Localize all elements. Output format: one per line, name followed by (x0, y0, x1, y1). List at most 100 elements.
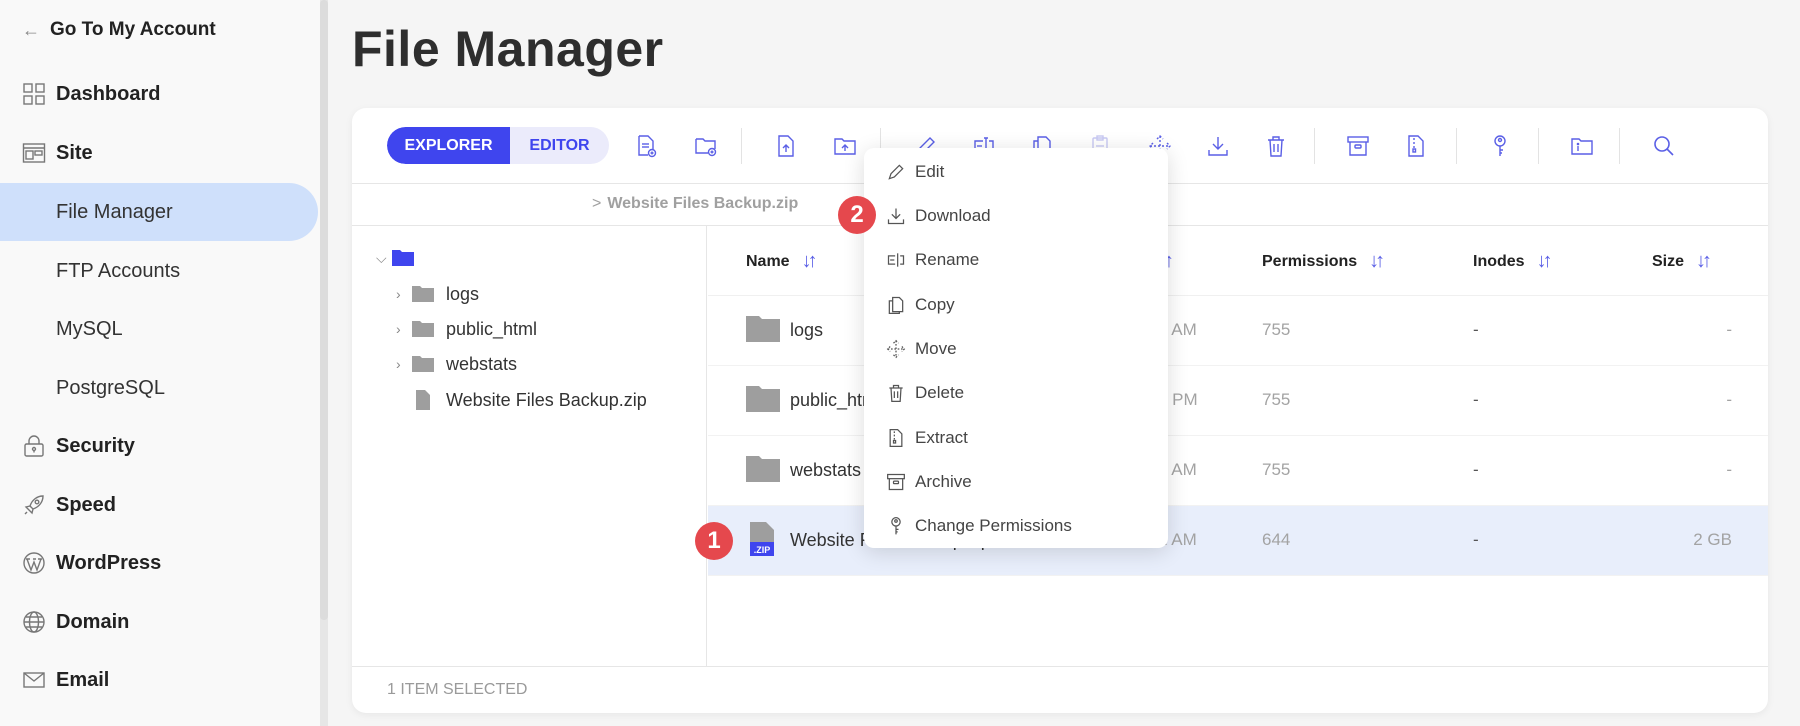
folder-icon (392, 250, 414, 266)
menu-item-copy[interactable]: Copy (864, 283, 1168, 327)
wordpress-icon (23, 552, 45, 574)
search-button[interactable] (1650, 132, 1678, 160)
chevron-down-icon: ⌵ (376, 249, 387, 266)
tree-item-webstats[interactable]: › webstats (396, 350, 517, 378)
copy-icon (888, 296, 904, 314)
new-file-button[interactable] (632, 132, 660, 160)
column-size[interactable]: Size ↓↑ (1652, 250, 1712, 273)
sidebar-item-mysql[interactable]: MySQL (0, 300, 318, 358)
site-layout-icon (22, 143, 46, 163)
sort-icon: ↓↑ (801, 250, 818, 272)
menu-item-change-permissions[interactable]: Change Permissions (864, 504, 1168, 548)
tree-item-label: logs (446, 283, 480, 304)
sidebar-item-speed[interactable]: Speed (0, 476, 318, 534)
toolbar-divider (1619, 128, 1620, 164)
delete-button[interactable] (1262, 132, 1290, 160)
step-badge-1: 1 (695, 522, 733, 560)
menu-item-label: Move (915, 339, 957, 358)
sidebar-item-dashboard[interactable]: Dashboard (0, 65, 318, 123)
menu-item-download[interactable]: Download (864, 194, 1168, 238)
tab-explorer[interactable]: EXPLORER (387, 127, 510, 164)
folder-info-button[interactable] (1568, 132, 1596, 160)
permissions-button[interactable] (1486, 132, 1514, 160)
tree-item-logs[interactable]: › logs (396, 280, 479, 308)
sidebar-item-wordpress[interactable]: WordPress (0, 534, 318, 592)
folder-icon (746, 386, 780, 412)
chevron-right-icon: › (396, 286, 401, 302)
chevron-right-icon: › (396, 356, 401, 372)
folder-info-icon (1571, 138, 1593, 155)
extract-button[interactable] (1402, 132, 1430, 160)
folder-icon (746, 316, 780, 342)
tree-item-label: public_html (446, 318, 538, 339)
menu-item-rename[interactable]: Rename (864, 238, 1168, 282)
menu-item-extract[interactable]: Extract (864, 416, 1168, 460)
folder-icon (412, 356, 434, 372)
folder-icon (746, 456, 780, 482)
permissions-cell: 755 (1262, 460, 1291, 479)
go-to-account-link[interactable]: ← Go To My Account (22, 16, 216, 44)
sidebar-item-label: Site (56, 141, 93, 164)
sidebar-item-email[interactable]: Email (0, 651, 318, 709)
column-label: Size (1652, 252, 1685, 270)
menu-item-move[interactable]: Move (864, 327, 1168, 371)
sidebar-item-file-manager[interactable]: File Manager (0, 183, 318, 241)
toolbar-divider (1538, 128, 1539, 164)
sidebar-item-site[interactable]: Site (0, 124, 318, 182)
menu-item-label: Extract (915, 428, 968, 447)
globe-icon (23, 611, 45, 633)
zip-file-icon (1408, 135, 1424, 157)
upload-file-button[interactable] (772, 132, 800, 160)
page-title: File Manager (352, 21, 664, 77)
step-badge-2: 2 (838, 196, 876, 234)
trash-icon (1268, 136, 1284, 157)
archive-button[interactable] (1344, 132, 1372, 160)
toolbar-divider (1456, 128, 1457, 164)
menu-item-delete[interactable]: Delete (864, 371, 1168, 415)
sidebar-item-label: Domain (56, 610, 130, 633)
new-folder-button[interactable] (692, 132, 720, 160)
file-name: webstats (790, 460, 862, 480)
upload-file-icon (778, 135, 794, 157)
folder-icon (412, 286, 434, 302)
file-name: logs (790, 320, 824, 340)
upload-folder-button[interactable] (831, 132, 859, 160)
menu-item-label: Delete (915, 383, 965, 402)
menu-item-label: Change Permissions (915, 516, 1072, 535)
download-button[interactable] (1204, 132, 1232, 160)
menu-item-edit[interactable]: Edit (864, 150, 1168, 194)
column-permissions[interactable]: Permissions ↓↑ (1262, 250, 1385, 273)
svg-text:.ZIP: .ZIP (754, 545, 771, 555)
menu-item-label: Download (915, 206, 991, 225)
inodes-cell: - (1473, 460, 1479, 479)
status-bar: 1 ITEM SELECTED (352, 666, 1768, 713)
size-cell: - (1726, 320, 1732, 339)
permissions-cell: 755 (1262, 390, 1291, 409)
permissions-cell: 755 (1262, 320, 1291, 339)
menu-item-label: Copy (915, 295, 955, 314)
sidebar-scrollbar[interactable] (320, 0, 328, 726)
sidebar-item-domain[interactable]: Domain (0, 593, 318, 651)
column-label: Permissions (1262, 252, 1358, 270)
menu-item-label: Archive (915, 472, 972, 491)
archive-box-icon (887, 473, 905, 491)
download-icon (1208, 137, 1228, 156)
view-toggle: EXPLORER EDITOR (387, 127, 609, 164)
column-name[interactable]: Name ↓↑ (746, 250, 818, 273)
sidebar-item-security[interactable]: Security (0, 417, 318, 475)
tab-editor[interactable]: EDITOR (510, 127, 609, 164)
tree-item-public-html[interactable]: › public_html (396, 315, 537, 343)
breadcrumb-item[interactable]: > Website Files Backup.zip (592, 195, 798, 213)
sidebar-item-label: File Manager (56, 200, 173, 223)
menu-item-archive[interactable]: Archive (864, 460, 1168, 504)
sidebar-item-label: Dashboard (56, 82, 161, 105)
sidebar-item-ftp-accounts[interactable]: FTP Accounts (0, 242, 318, 300)
key-icon (891, 517, 901, 535)
tree-item-backup-zip[interactable]: Website Files Backup.zip (412, 386, 647, 414)
sidebar-item-postgresql[interactable]: PostgreSQL (0, 359, 318, 417)
menu-item-label: Rename (915, 250, 980, 269)
tree-root[interactable]: ⌵ (376, 244, 414, 272)
column-inodes[interactable]: Inodes ↓↑ (1473, 250, 1553, 273)
size-cell: 2 GB (1693, 530, 1732, 549)
scrollbar-thumb[interactable] (320, 0, 328, 620)
